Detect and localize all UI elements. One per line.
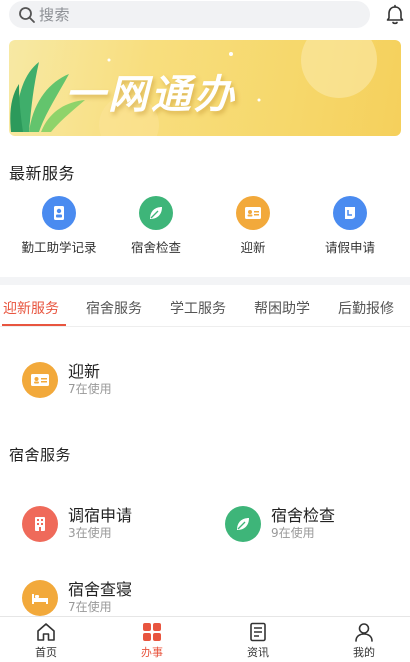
nav-label: 办事 (141, 646, 163, 659)
service-name: 迎新 (68, 362, 101, 381)
service-item-dorm-check[interactable]: 宿舍检查 9在使用 (225, 502, 395, 546)
active-tab-indicator (2, 324, 66, 326)
search-placeholder: 搜索 (39, 6, 71, 24)
service-name: 调宿申请 (68, 506, 133, 525)
student-id-icon (42, 196, 76, 230)
service-item-welcome[interactable]: 迎新 7在使用 (22, 358, 182, 402)
section-divider (0, 277, 410, 285)
service-welcome[interactable]: 迎新 (203, 196, 303, 256)
home-icon (37, 623, 55, 641)
nav-news[interactable]: 资讯 (228, 621, 288, 660)
top-bar: 搜索 (0, 0, 410, 34)
service-item-dorm-inspection[interactable]: 宿舍查寝 7在使用 (22, 576, 192, 620)
service-name: 宿舍查寝 (68, 580, 133, 599)
service-leave-request[interactable]: 请假申请 (300, 196, 400, 256)
leaf-icon (139, 196, 173, 230)
service-label: 请假申请 (324, 240, 375, 255)
service-name: 宿舍检查 (271, 506, 336, 525)
leaf-icon (225, 506, 261, 542)
bell-icon[interactable] (384, 4, 406, 26)
search-icon (19, 6, 35, 23)
tab-dorm-services[interactable]: 宿舍服务 (86, 298, 142, 318)
id-card-icon (22, 362, 58, 398)
nav-label: 资讯 (247, 646, 269, 659)
search-bar[interactable]: 搜索 (9, 1, 370, 28)
user-icon (355, 623, 373, 642)
bottom-navigation: 首页 办事 资讯 我的 (0, 616, 410, 662)
service-work-study-record[interactable]: 勤工助学记录 (9, 196, 109, 256)
usage-count: 7在使用 (68, 382, 112, 396)
service-dorm-check[interactable]: 宿舍检查 (106, 196, 206, 256)
latest-services-title: 最新服务 (9, 164, 76, 183)
service-item-dorm-transfer[interactable]: 调宿申请 3在使用 (22, 502, 192, 546)
category-tabs: 迎新服务 宿舍服务 学工服务 帮困助学 后勤报修 (0, 290, 410, 327)
usage-count: 7在使用 (68, 600, 112, 614)
grid-icon (143, 623, 161, 641)
dorm-services-title: 宿舍服务 (9, 446, 72, 464)
service-label: 宿舍检查 (130, 240, 181, 255)
leave-note-icon (333, 196, 367, 230)
tab-welcome-services[interactable]: 迎新服务 (3, 298, 59, 318)
service-label: 勤工助学记录 (21, 240, 97, 255)
id-card-icon (236, 196, 270, 230)
latest-services: 勤工助学记录 宿舍检查 迎新 请假申请 (0, 196, 410, 260)
nav-label: 我的 (353, 646, 375, 659)
service-label: 迎新 (240, 240, 266, 255)
usage-count: 3在使用 (68, 526, 112, 540)
nav-profile[interactable]: 我的 (334, 621, 394, 660)
nav-home[interactable]: 首页 (16, 621, 76, 660)
news-icon (250, 622, 266, 642)
tab-financial-aid[interactable]: 帮困助学 (254, 298, 310, 318)
nav-services[interactable]: 办事 (122, 621, 182, 660)
tab-logistics-repair[interactable]: 后勤报修 (338, 298, 394, 318)
banner[interactable]: 一网通办 (9, 40, 401, 136)
usage-count: 9在使用 (271, 526, 315, 540)
banner-title: 一网通办 (65, 72, 237, 118)
building-icon (22, 506, 58, 542)
bed-icon (22, 580, 58, 616)
tab-student-affairs[interactable]: 学工服务 (170, 298, 226, 318)
nav-label: 首页 (35, 646, 57, 659)
